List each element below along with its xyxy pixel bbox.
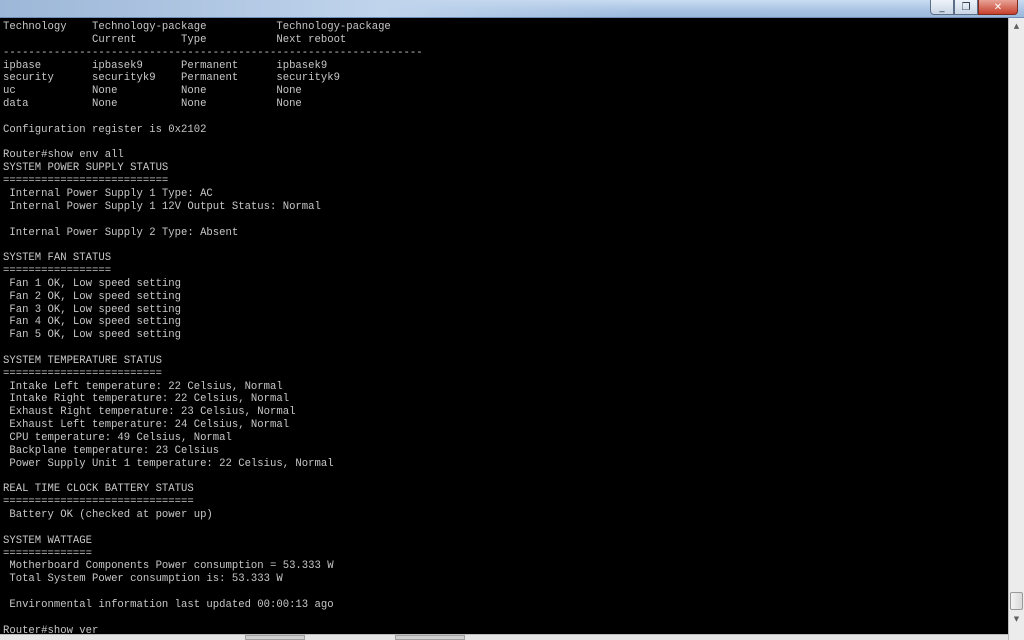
terminal-line: SYSTEM FAN STATUS — [3, 252, 112, 265]
terminal-line: Internal Power Supply 1 12V Output Statu… — [3, 200, 321, 213]
vertical-scrollbar[interactable]: ▲ ▼ — [1008, 18, 1024, 640]
minimize-button[interactable]: _ — [930, 0, 954, 15]
terminal-line: Backplane temperature: 23 Celsius — [3, 444, 220, 457]
scroll-down-button[interactable]: ▼ — [1009, 611, 1024, 626]
terminal-line: uc None None None — [3, 85, 302, 98]
terminal-line: Exhaust Left temperature: 24 Celsius, No… — [3, 419, 290, 432]
terminal-line: ========================== — [3, 175, 169, 188]
scroll-thumb[interactable] — [1010, 592, 1023, 610]
terminal-line: Power Supply Unit 1 temperature: 22 Cels… — [3, 457, 334, 470]
terminal-line: Fan 5 OK, Low speed setting — [3, 329, 182, 342]
scroll-down-arrow-icon: ▼ — [1013, 614, 1020, 623]
terminal-line: ============== — [3, 547, 93, 560]
terminal-line: Motherboard Components Power consumption… — [3, 560, 334, 573]
terminal-line: Total System Power consumption is: 53.33… — [3, 573, 283, 586]
terminal-line: SYSTEM TEMPERATURE STATUS — [3, 354, 162, 367]
terminal-line: Fan 1 OK, Low speed setting — [3, 277, 182, 290]
terminal-line: SYSTEM WATTAGE — [3, 534, 93, 547]
close-icon: ✕ — [993, 1, 1003, 13]
terminal-line: REAL TIME CLOCK BATTERY STATUS — [3, 483, 194, 496]
terminal-line: Exhaust Right temperature: 23 Celsius, N… — [3, 406, 296, 419]
terminal-line: Environmental information last updated 0… — [3, 598, 334, 611]
terminal-line: Current Type Next reboot — [3, 33, 347, 46]
terminal-line: CPU temperature: 49 Celsius, Normal — [3, 432, 232, 444]
terminal-line: ipbase ipbasek9 Permanent ipbasek9 — [3, 59, 328, 72]
maximize-button[interactable]: ❐ — [954, 0, 978, 15]
window-controls: _ ❐ ✕ — [930, 0, 1018, 16]
terminal-output: Technology Technology-package Technology… — [0, 18, 1008, 638]
terminal-line: ----------------------------------------… — [3, 46, 423, 59]
terminal-line: Internal Power Supply 1 Type: AC — [3, 187, 213, 200]
horizontal-scrollbar[interactable] — [0, 634, 1008, 640]
terminal-line: Configuration register is 0x2102 — [3, 123, 207, 136]
terminal-line: Technology Technology-package Technology… — [3, 21, 391, 33]
terminal-line: ================= — [3, 265, 112, 278]
terminal-line: Fan 3 OK, Low speed setting — [3, 303, 182, 316]
terminal-line: Fan 2 OK, Low speed setting — [3, 290, 182, 303]
terminal-line: data None None None — [3, 98, 302, 111]
scroll-up-button[interactable]: ▲ — [1009, 18, 1024, 33]
terminal-line: Fan 4 OK, Low speed setting — [3, 316, 182, 329]
restore-icon: ❐ — [961, 1, 971, 13]
window-title-bar[interactable]: _ ❐ ✕ — [0, 0, 1024, 18]
terminal-line: Intake Left temperature: 22 Celsius, Nor… — [3, 380, 283, 393]
horizontal-scroll-segment[interactable] — [245, 635, 305, 640]
terminal-line: Internal Power Supply 2 Type: Absent — [3, 226, 239, 239]
terminal-line: security securityk9 Permanent securityk9 — [3, 72, 340, 85]
terminal-line: ========================= — [3, 367, 162, 380]
terminal-line: ============================== — [3, 496, 194, 509]
terminal-line: Intake Right temperature: 22 Celsius, No… — [3, 393, 290, 406]
terminal-console[interactable]: Technology Technology-package Technology… — [0, 18, 1008, 640]
terminal-line: SYSTEM POWER SUPPLY STATUS — [3, 162, 169, 175]
scroll-up-arrow-icon: ▲ — [1013, 21, 1020, 30]
terminal-line: Battery OK (checked at power up) — [3, 509, 213, 522]
terminal-line: Router#show env all — [3, 149, 124, 162]
close-button[interactable]: ✕ — [978, 0, 1018, 15]
title-bar-gradient — [0, 0, 640, 17]
minimize-icon: _ — [939, 1, 945, 13]
horizontal-scroll-segment[interactable] — [395, 635, 465, 640]
